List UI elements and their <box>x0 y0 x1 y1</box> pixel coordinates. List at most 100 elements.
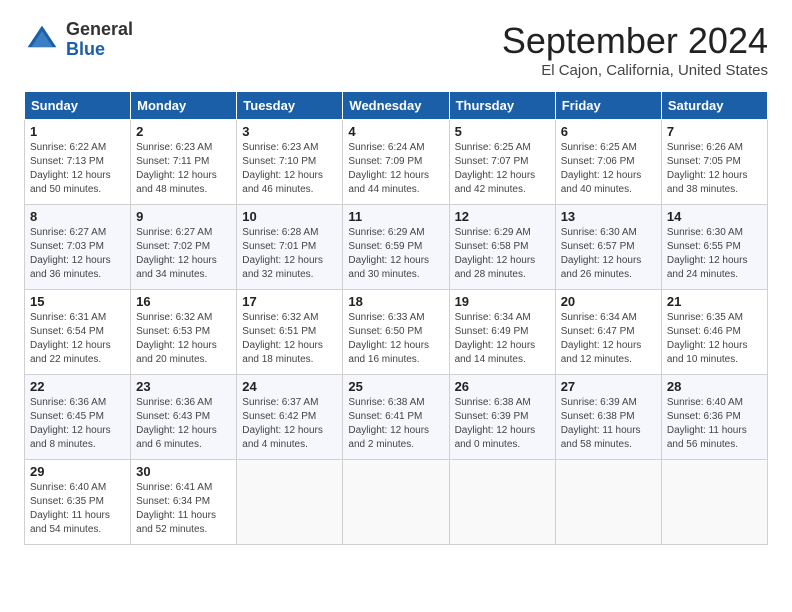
day-info: Sunrise: 6:24 AMSunset: 7:09 PMDaylight:… <box>348 141 443 197</box>
col-thursday: Thursday <box>449 92 555 120</box>
day-info: Sunrise: 6:31 AMSunset: 6:54 PMDaylight:… <box>30 311 125 367</box>
page-header: General Blue September 2024 El Cajon, Ca… <box>24 20 768 79</box>
day-number: 10 <box>242 209 337 224</box>
calendar-cell: 19 Sunrise: 6:34 AMSunset: 6:49 PMDaylig… <box>449 290 555 375</box>
calendar-cell: 6 Sunrise: 6:25 AMSunset: 7:06 PMDayligh… <box>555 120 661 205</box>
calendar-cell: 8 Sunrise: 6:27 AMSunset: 7:03 PMDayligh… <box>25 205 131 290</box>
day-info: Sunrise: 6:27 AMSunset: 7:03 PMDaylight:… <box>30 226 125 282</box>
day-info: Sunrise: 6:38 AMSunset: 6:39 PMDaylight:… <box>455 396 550 452</box>
day-info: Sunrise: 6:38 AMSunset: 6:41 PMDaylight:… <box>348 396 443 452</box>
day-number: 25 <box>348 379 443 394</box>
day-number: 17 <box>242 294 337 309</box>
day-number: 4 <box>348 124 443 139</box>
day-info: Sunrise: 6:33 AMSunset: 6:50 PMDaylight:… <box>348 311 443 367</box>
logo: General Blue <box>24 20 133 60</box>
day-number: 29 <box>30 464 125 479</box>
title-section: September 2024 El Cajon, California, Uni… <box>502 20 768 79</box>
day-info: Sunrise: 6:23 AMSunset: 7:10 PMDaylight:… <box>242 141 337 197</box>
day-info: Sunrise: 6:35 AMSunset: 6:46 PMDaylight:… <box>667 311 762 367</box>
calendar-cell: 1 Sunrise: 6:22 AMSunset: 7:13 PMDayligh… <box>25 120 131 205</box>
day-info: Sunrise: 6:37 AMSunset: 6:42 PMDaylight:… <box>242 396 337 452</box>
calendar-cell <box>343 460 449 545</box>
day-number: 2 <box>136 124 231 139</box>
header-row: Sunday Monday Tuesday Wednesday Thursday… <box>25 92 768 120</box>
week-row-5: 29 Sunrise: 6:40 AMSunset: 6:35 PMDaylig… <box>25 460 768 545</box>
calendar-cell: 26 Sunrise: 6:38 AMSunset: 6:39 PMDaylig… <box>449 375 555 460</box>
day-info: Sunrise: 6:40 AMSunset: 6:36 PMDaylight:… <box>667 396 762 452</box>
day-info: Sunrise: 6:28 AMSunset: 7:01 PMDaylight:… <box>242 226 337 282</box>
calendar-cell: 17 Sunrise: 6:32 AMSunset: 6:51 PMDaylig… <box>237 290 343 375</box>
calendar-cell: 2 Sunrise: 6:23 AMSunset: 7:11 PMDayligh… <box>131 120 237 205</box>
calendar-cell: 28 Sunrise: 6:40 AMSunset: 6:36 PMDaylig… <box>661 375 767 460</box>
week-row-1: 1 Sunrise: 6:22 AMSunset: 7:13 PMDayligh… <box>25 120 768 205</box>
calendar-cell: 13 Sunrise: 6:30 AMSunset: 6:57 PMDaylig… <box>555 205 661 290</box>
day-info: Sunrise: 6:39 AMSunset: 6:38 PMDaylight:… <box>561 396 656 452</box>
week-row-3: 15 Sunrise: 6:31 AMSunset: 6:54 PMDaylig… <box>25 290 768 375</box>
day-number: 28 <box>667 379 762 394</box>
logo-blue: Blue <box>66 40 133 60</box>
day-info: Sunrise: 6:32 AMSunset: 6:53 PMDaylight:… <box>136 311 231 367</box>
day-number: 8 <box>30 209 125 224</box>
calendar-cell: 7 Sunrise: 6:26 AMSunset: 7:05 PMDayligh… <box>661 120 767 205</box>
calendar-cell: 15 Sunrise: 6:31 AMSunset: 6:54 PMDaylig… <box>25 290 131 375</box>
day-number: 21 <box>667 294 762 309</box>
day-info: Sunrise: 6:25 AMSunset: 7:06 PMDaylight:… <box>561 141 656 197</box>
col-sunday: Sunday <box>25 92 131 120</box>
calendar-cell: 30 Sunrise: 6:41 AMSunset: 6:34 PMDaylig… <box>131 460 237 545</box>
day-number: 1 <box>30 124 125 139</box>
day-number: 24 <box>242 379 337 394</box>
day-number: 22 <box>30 379 125 394</box>
calendar-cell <box>237 460 343 545</box>
col-tuesday: Tuesday <box>237 92 343 120</box>
day-number: 26 <box>455 379 550 394</box>
day-number: 27 <box>561 379 656 394</box>
day-number: 11 <box>348 209 443 224</box>
col-friday: Friday <box>555 92 661 120</box>
week-row-2: 8 Sunrise: 6:27 AMSunset: 7:03 PMDayligh… <box>25 205 768 290</box>
calendar-table: Sunday Monday Tuesday Wednesday Thursday… <box>24 91 768 545</box>
day-number: 23 <box>136 379 231 394</box>
col-saturday: Saturday <box>661 92 767 120</box>
col-wednesday: Wednesday <box>343 92 449 120</box>
calendar-cell: 20 Sunrise: 6:34 AMSunset: 6:47 PMDaylig… <box>555 290 661 375</box>
day-number: 13 <box>561 209 656 224</box>
day-number: 15 <box>30 294 125 309</box>
calendar-cell: 16 Sunrise: 6:32 AMSunset: 6:53 PMDaylig… <box>131 290 237 375</box>
day-number: 7 <box>667 124 762 139</box>
day-info: Sunrise: 6:22 AMSunset: 7:13 PMDaylight:… <box>30 141 125 197</box>
calendar-cell: 25 Sunrise: 6:38 AMSunset: 6:41 PMDaylig… <box>343 375 449 460</box>
day-info: Sunrise: 6:30 AMSunset: 6:55 PMDaylight:… <box>667 226 762 282</box>
logo-text: General Blue <box>66 20 133 60</box>
calendar-cell: 24 Sunrise: 6:37 AMSunset: 6:42 PMDaylig… <box>237 375 343 460</box>
calendar-cell: 29 Sunrise: 6:40 AMSunset: 6:35 PMDaylig… <box>25 460 131 545</box>
day-info: Sunrise: 6:27 AMSunset: 7:02 PMDaylight:… <box>136 226 231 282</box>
calendar-cell: 27 Sunrise: 6:39 AMSunset: 6:38 PMDaylig… <box>555 375 661 460</box>
calendar-cell <box>555 460 661 545</box>
day-number: 14 <box>667 209 762 224</box>
day-number: 12 <box>455 209 550 224</box>
calendar-cell: 3 Sunrise: 6:23 AMSunset: 7:10 PMDayligh… <box>237 120 343 205</box>
day-number: 16 <box>136 294 231 309</box>
day-info: Sunrise: 6:41 AMSunset: 6:34 PMDaylight:… <box>136 481 231 537</box>
day-number: 20 <box>561 294 656 309</box>
day-info: Sunrise: 6:36 AMSunset: 6:45 PMDaylight:… <box>30 396 125 452</box>
calendar-cell: 12 Sunrise: 6:29 AMSunset: 6:58 PMDaylig… <box>449 205 555 290</box>
calendar-cell <box>661 460 767 545</box>
day-info: Sunrise: 6:23 AMSunset: 7:11 PMDaylight:… <box>136 141 231 197</box>
day-info: Sunrise: 6:40 AMSunset: 6:35 PMDaylight:… <box>30 481 125 537</box>
day-number: 3 <box>242 124 337 139</box>
day-info: Sunrise: 6:29 AMSunset: 6:58 PMDaylight:… <box>455 226 550 282</box>
calendar-cell: 11 Sunrise: 6:29 AMSunset: 6:59 PMDaylig… <box>343 205 449 290</box>
day-number: 30 <box>136 464 231 479</box>
day-info: Sunrise: 6:26 AMSunset: 7:05 PMDaylight:… <box>667 141 762 197</box>
day-number: 18 <box>348 294 443 309</box>
calendar-cell: 23 Sunrise: 6:36 AMSunset: 6:43 PMDaylig… <box>131 375 237 460</box>
calendar-cell: 22 Sunrise: 6:36 AMSunset: 6:45 PMDaylig… <box>25 375 131 460</box>
day-info: Sunrise: 6:34 AMSunset: 6:47 PMDaylight:… <box>561 311 656 367</box>
calendar-cell: 5 Sunrise: 6:25 AMSunset: 7:07 PMDayligh… <box>449 120 555 205</box>
day-number: 9 <box>136 209 231 224</box>
calendar-cell: 14 Sunrise: 6:30 AMSunset: 6:55 PMDaylig… <box>661 205 767 290</box>
month-title: September 2024 <box>502 20 768 62</box>
col-monday: Monday <box>131 92 237 120</box>
calendar-cell: 21 Sunrise: 6:35 AMSunset: 6:46 PMDaylig… <box>661 290 767 375</box>
